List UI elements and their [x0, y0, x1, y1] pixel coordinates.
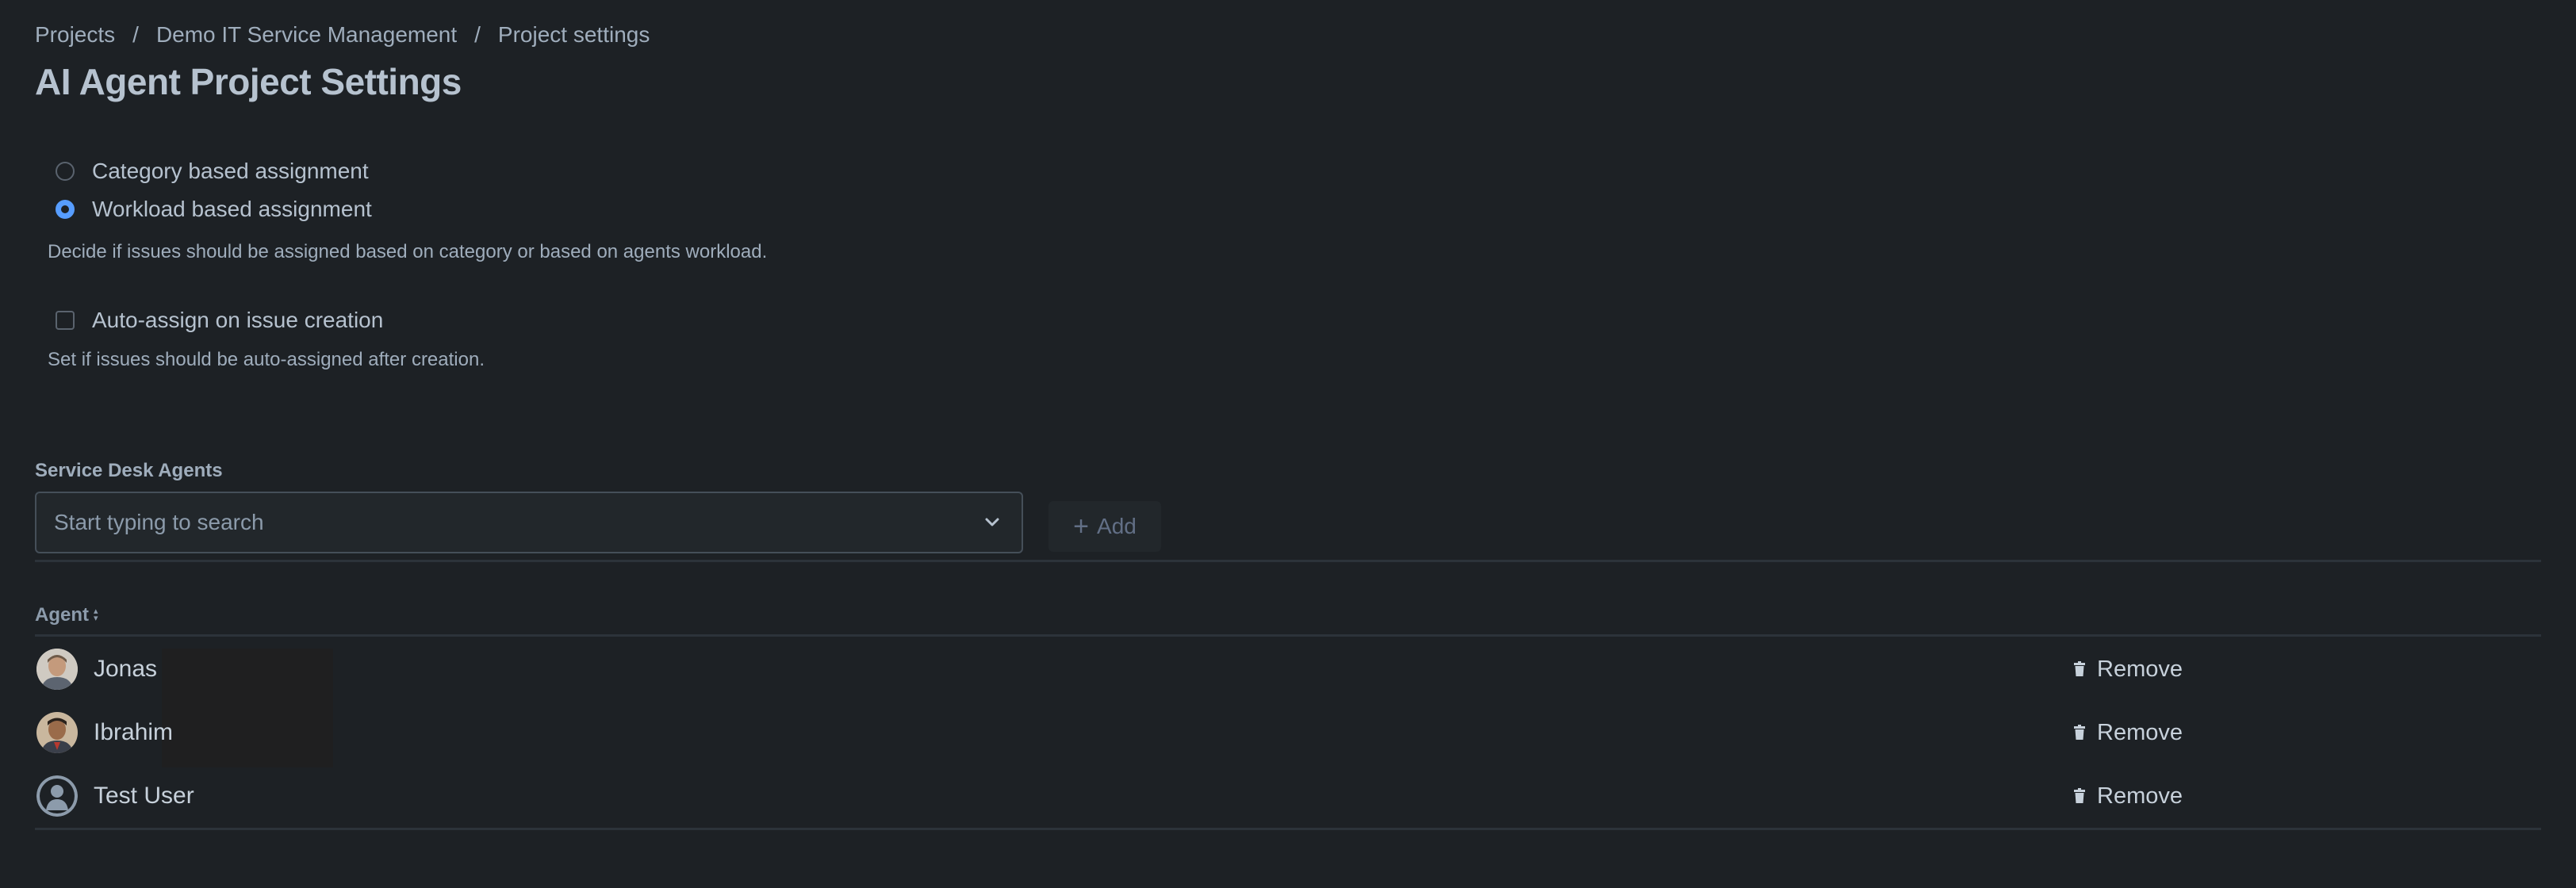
agent-name: Ibrahim	[94, 719, 174, 745]
breadcrumb-project-settings[interactable]: Project settings	[498, 22, 650, 48]
chevron-down-icon[interactable]	[980, 511, 1004, 534]
remove-button[interactable]: Remove	[2073, 783, 2183, 810]
add-button-label: Add	[1097, 514, 1137, 538]
avatar	[36, 649, 78, 690]
assignment-help-text: Decide if issues should be assigned base…	[48, 241, 768, 262]
radio-category-assignment[interactable]: Category based assignment	[56, 159, 369, 184]
checkbox-label: Auto-assign on issue creation	[92, 308, 384, 332]
radio-label: Category based assignment	[92, 159, 369, 183]
remove-label: Remove	[2097, 656, 2183, 682]
trash-icon	[2074, 788, 2085, 803]
remove-button[interactable]: Remove	[2073, 720, 2183, 746]
divider	[35, 560, 2541, 562]
breadcrumb: Projects / Demo IT Service Management / …	[35, 22, 650, 48]
table-row: Test User Remove	[35, 764, 2541, 828]
table-bottom-divider	[35, 828, 2541, 830]
remove-label: Remove	[2097, 719, 2183, 745]
breadcrumb-separator: /	[132, 22, 139, 47]
add-agent-button[interactable]: + Add	[1048, 501, 1161, 552]
column-header-agent[interactable]: Agent ▴ ▾	[35, 604, 98, 626]
checkbox-auto-assign[interactable]: Auto-assign on issue creation	[56, 308, 383, 333]
breadcrumb-projects[interactable]: Projects	[35, 22, 115, 48]
table-row: Ibrahim Remove	[35, 701, 2541, 764]
remove-button[interactable]: Remove	[2073, 656, 2183, 683]
table-header-divider	[35, 634, 2541, 637]
search-placeholder[interactable]: Start typing to search	[54, 510, 980, 535]
default-user-avatar	[36, 775, 78, 817]
avatar	[36, 712, 78, 753]
radio-checked-icon[interactable]	[56, 200, 75, 219]
column-header-label: Agent	[35, 604, 89, 626]
project-settings-page: Projects / Demo IT Service Management / …	[0, 0, 2576, 888]
trash-icon	[2074, 725, 2085, 740]
radio-workload-assignment[interactable]: Workload based assignment	[56, 197, 372, 222]
radio-label: Workload based assignment	[92, 197, 372, 221]
agent-name: Jonas	[94, 656, 158, 682]
radio-unchecked-icon[interactable]	[56, 162, 75, 181]
checkbox-icon[interactable]	[56, 311, 75, 330]
agent-name: Test User	[94, 783, 194, 809]
agents-section-label: Service Desk Agents	[35, 460, 223, 481]
remove-label: Remove	[2097, 783, 2183, 809]
trash-icon	[2074, 661, 2085, 676]
breadcrumb-project[interactable]: Demo IT Service Management	[156, 22, 457, 48]
page-title: AI Agent Project Settings	[35, 61, 462, 102]
plus-icon: +	[1073, 511, 1090, 542]
table-row: Jonas Remove	[35, 637, 2541, 701]
agent-search-select[interactable]: Start typing to search	[35, 492, 1023, 553]
auto-assign-help-text: Set if issues should be auto-assigned af…	[48, 349, 485, 370]
breadcrumb-separator: /	[474, 22, 481, 47]
sort-icon[interactable]: ▴ ▾	[94, 607, 98, 623]
